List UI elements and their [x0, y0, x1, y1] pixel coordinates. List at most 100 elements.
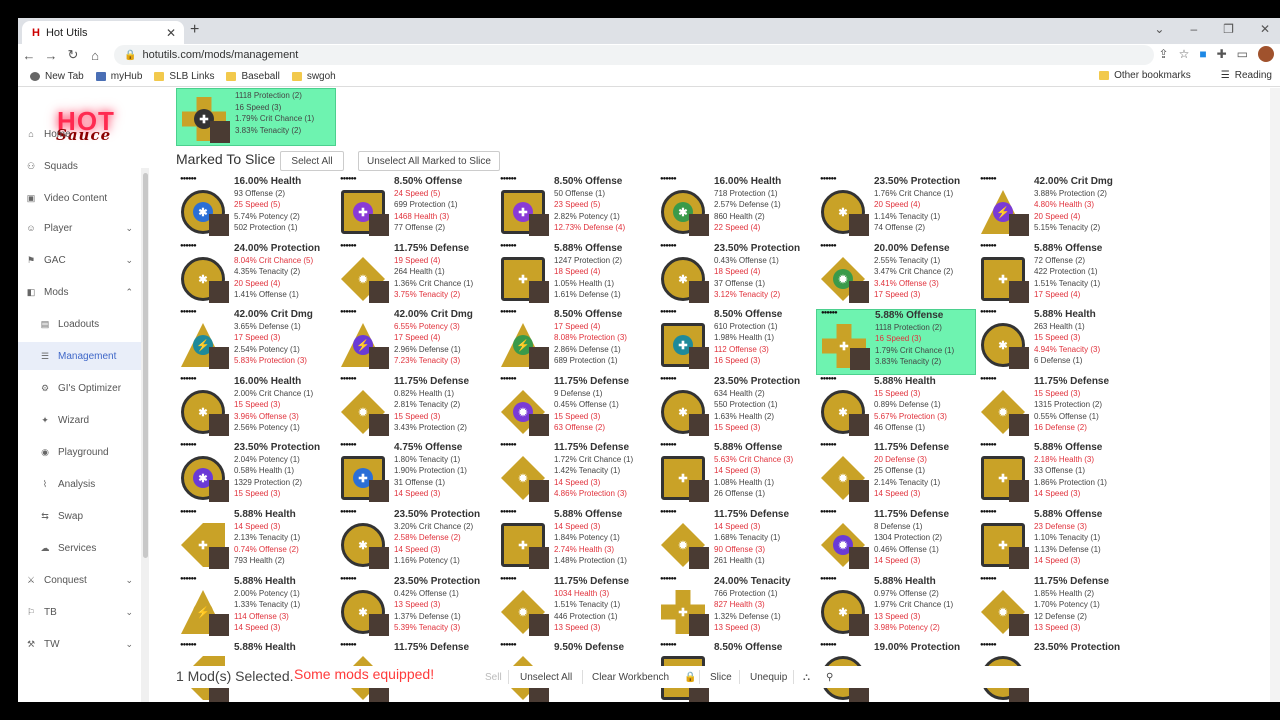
mod-card[interactable]: ●●●●●● ✱ 16.00% Health 718 Protection (1) 2.…: [656, 176, 814, 240]
mod-card[interactable]: ●●●●●● ⚡ 5.88% Health 2.00% Potency (1) 1.33…: [176, 576, 334, 640]
mod-card[interactable]: ●●●●●● ✚ 5.88% Health 14 Speed (3) 2.13% Ten…: [176, 509, 334, 573]
mod-card[interactable]: ●●●●●● ⚡ 42.00% Crit Dmg 3.88% Protection (…: [976, 176, 1134, 240]
mod-card[interactable]: ●●●●●● ✹ 11.75% Defense 9 Defense (1) 0.45% …: [496, 376, 654, 440]
mod-card[interactable]: ●●●●●● ✹ 11.75% Defense 0.82% Health (1) 2.8…: [336, 376, 494, 440]
mod-card[interactable]: ●●●●●● ✚ 5.88% Offense 1118 Protection (2) 1…: [816, 309, 976, 375]
sidebar-item-loadouts[interactable]: ▤ Loadouts: [18, 310, 143, 338]
minimize-icon[interactable]: –: [1190, 22, 1197, 36]
mod-card[interactable]: ●●●●●● ✹ 11.75% Defense 1.72% Crit Chance (…: [496, 442, 654, 506]
mod-card[interactable]: ●●●●●● ✹ 11.75% Defense 20 Defense (3) 25 Of…: [816, 442, 974, 506]
mod-card[interactable]: ●●●●●● ⚡ 42.00% Crit Dmg 6.55% Potency (3) 1…: [336, 309, 494, 373]
sidebar-scroll-thumb[interactable]: [143, 173, 148, 558]
bookmark-baseball[interactable]: Baseball: [226, 71, 280, 82]
chevron-down-icon[interactable]: ⌄: [125, 639, 133, 650]
sidebar-item-tb[interactable]: ⚐ TB ⌄: [18, 598, 143, 626]
mod-card[interactable]: ●●●●●● ✹ 11.75% Defense 15 Speed (3) 1315 Pr…: [976, 376, 1134, 440]
reading-list[interactable]: ☰ Reading: [1221, 70, 1272, 81]
sidebar-item-analysis[interactable]: ⌇ Analysis: [18, 470, 143, 498]
chevron-down-icon[interactable]: ⌄: [125, 255, 133, 266]
mod-card[interactable]: ●●●●●● ✚ 5.88% Offense 2.18% Health (3) 33 O…: [976, 442, 1134, 506]
mod-card[interactable]: ●●●●●● ✹ 20.00% Defense 2.55% Tenacity (1) 3…: [816, 243, 974, 307]
unselect-all-button[interactable]: Unselect All: [520, 668, 572, 686]
mod-card[interactable]: ●●●●●● ✱ 5.88% Health 263 Health (1) 15 Spee…: [976, 309, 1134, 373]
bookmark-star-icon[interactable]: ☆: [1179, 47, 1190, 61]
mod-card[interactable]: ●●●●●● ✱ 23.50% Protection 1.76% Crit Chanc…: [816, 176, 974, 240]
mod-card[interactable]: ●●●●●● ✱ 23.50% Protection 634 Health (2) 55…: [656, 376, 814, 440]
clear-workbench-button[interactable]: Clear Workbench: [592, 668, 669, 686]
lock-icon[interactable]: 🔒: [124, 50, 136, 61]
sidebar-item-mods[interactable]: ◧ Mods ⌃: [18, 278, 143, 306]
unselect-all-marked-button[interactable]: Unselect All Marked to Slice: [358, 151, 500, 171]
mod-card[interactable]: ●●●●●● ⚡ 8.50% Offense 17 Speed (4) 8.08% Pr…: [496, 309, 654, 373]
back-icon[interactable]: ←: [18, 48, 40, 63]
bookmark-new-tab[interactable]: New Tab: [30, 71, 84, 82]
reload-icon[interactable]: ↻: [62, 47, 84, 63]
sidebar-item-services[interactable]: ☁ Services: [18, 534, 143, 562]
filter-icon[interactable]: ⚲: [826, 668, 833, 686]
workbench-icon[interactable]: ⛬: [803, 668, 810, 686]
chevron-up-icon[interactable]: ⌃: [125, 287, 133, 298]
mod-card[interactable]: ●●●●●● ✚ 8.50% Offense 610 Protection (1) 1.…: [656, 309, 814, 373]
mod-card[interactable]: ●●●●●● ✚ 5.88% Offense 23 Defense (3) 1.10% …: [976, 509, 1134, 573]
mod-card[interactable]: ●●●●●● ✹ 11.75% Defense 1.85% Health (2) 1.7…: [976, 576, 1134, 640]
chevron-down-icon[interactable]: ⌄: [125, 223, 133, 234]
forward-icon[interactable]: →: [40, 48, 62, 63]
mod-card[interactable]: ●●●●●● ⚡ 42.00% Crit Dmg 3.65% Defense (1) 1…: [176, 309, 334, 373]
mod-card[interactable]: ●●●●●● ✱ 16.00% Health 93 Offense (2) 25 Spe…: [176, 176, 334, 240]
unequip-button[interactable]: Unequip: [750, 668, 787, 686]
new-tab-icon[interactable]: +: [190, 21, 199, 39]
close-tab-icon[interactable]: ✕: [166, 26, 176, 40]
mod-card[interactable]: ●●●●●● ✱ 5.88% Health 15 Speed (3) 0.89% Def…: [816, 376, 974, 440]
sidebar-item-squads[interactable]: ⚇ Squads: [18, 152, 143, 180]
restore-icon[interactable]: ❐: [1223, 22, 1234, 36]
bookmark-slb-links[interactable]: SLB Links: [154, 71, 214, 82]
mod-card[interactable]: ●●●●●● ✹ 11.75% Defense 1034 Health (3) 1.51…: [496, 576, 654, 640]
mod-card[interactable]: ●●●●●● ✱ 5.88% Health 0.97% Offense (2) 1.97…: [816, 576, 974, 640]
mod-card[interactable]: ●●●●●● ✱ 23.50% Protection 2.04% Potency (1…: [176, 442, 334, 506]
mod-card[interactable]: ●●●●●● ✱ 23.50% Protection 0.42% Offense (1…: [336, 576, 494, 640]
share-icon[interactable]: ⇪: [1159, 47, 1169, 61]
mod-card[interactable]: ●●●●●● ✹ 11.75% Defense 14 Speed (3) 1.68% T…: [656, 509, 814, 573]
mod-card[interactable]: ●●●●●● ✱ 16.00% Health 2.00% Crit Chance (1…: [176, 376, 334, 440]
tab-search-icon[interactable]: ⌄: [1154, 22, 1164, 36]
sidebar-item-swap[interactable]: ⇆ Swap: [18, 502, 143, 530]
bookmark-swgoh[interactable]: swgoh: [291, 71, 336, 82]
sidebar-item-gi-s-optimizer[interactable]: ⚙ GI's Optimizer: [18, 374, 143, 402]
mod-card[interactable]: ●●●●●● ✚ 8.50% Offense 24 Speed (5) 699 Prot…: [336, 176, 494, 240]
chevron-down-icon[interactable]: ⌄: [125, 607, 133, 618]
sidebar-item-playground[interactable]: ◉ Playground: [18, 438, 143, 466]
mod-card[interactable]: ●●●●●● ✚ 5.88% Offense 72 Offense (2) 422 Pr…: [976, 243, 1134, 307]
sidebar-item-gac[interactable]: ⚑ GAC ⌄: [18, 246, 143, 274]
mod-card[interactable]: ●●●●●● ✚ 4.75% Offense 1.80% Tenacity (1) 1.…: [336, 442, 494, 506]
address-bar[interactable]: 🔒 hotutils.com/mods/management: [114, 45, 1154, 65]
mod-card[interactable]: ●●●●●● ✚ 24.00% Tenacity 766 Protection (1)…: [656, 576, 814, 640]
slice-button[interactable]: Slice: [710, 668, 732, 686]
sidebar-item-conquest[interactable]: ⚔ Conquest ⌄: [18, 566, 143, 594]
browser-tab[interactable]: H Hot Utils ✕: [22, 21, 184, 44]
mod-card[interactable]: ●●●●●● ✱ 23.50% Protection 3.20% Crit Chanc…: [336, 509, 494, 573]
mod-card[interactable]: ●●●●●● ✚ 5.88% Offense 5.63% Crit Chance (3…: [656, 442, 814, 506]
sidebar-item-management[interactable]: ☰ Management: [18, 342, 145, 370]
extensions-icon[interactable]: ✚: [1217, 47, 1227, 61]
mod-card[interactable]: ●●●●●● ✚ 5.88% Offense 14 Speed (3) 1.84% Po…: [496, 509, 654, 573]
chevron-down-icon[interactable]: ⌄: [125, 575, 133, 586]
mod-card[interactable]: ●●●●●● ✱ 24.00% Protection 8.04% Crit Chanc…: [176, 243, 334, 307]
mod-card[interactable]: ●●●●●● ✚ 5.88% Offense 1247 Protection (2) 1…: [496, 243, 654, 307]
select-all-button[interactable]: Select All: [280, 151, 344, 171]
main-scrollbar[interactable]: [1270, 88, 1280, 702]
sidebar-item-home[interactable]: ⌂ Home: [18, 120, 143, 148]
home-button-icon[interactable]: ⌂: [84, 48, 106, 63]
mod-card[interactable]: ●●●●●● ✱ 23.50% Protection 0.43% Offense (1…: [656, 243, 814, 307]
sidepanel-icon[interactable]: ▭: [1237, 47, 1248, 61]
mod-card[interactable]: ●●●●●● ✹ 11.75% Defense 19 Speed (4) 264 Hea…: [336, 243, 494, 307]
mod-card[interactable]: ●●●●●● ✚ 8.50% Offense 50 Offense (1) 23 Spe…: [496, 176, 654, 240]
top-mod-card[interactable]: ✚ 1118 Protection (2) 16 Speed (3) 1.79% C…: [176, 88, 336, 146]
bookmark-myhub[interactable]: myHub: [95, 71, 142, 82]
lock-icon[interactable]: 🔒: [684, 668, 696, 686]
close-window-icon[interactable]: ✕: [1260, 22, 1270, 36]
sell-button[interactable]: Sell: [485, 668, 502, 686]
sidebar-item-tw[interactable]: ⚒ TW ⌄: [18, 630, 143, 658]
windows-icon[interactable]: ■: [1199, 47, 1206, 61]
profile-avatar[interactable]: [1258, 46, 1274, 62]
mod-card[interactable]: ●●●●●● ✹ 11.75% Defense 8 Defense (1) 1304 P…: [816, 509, 974, 573]
